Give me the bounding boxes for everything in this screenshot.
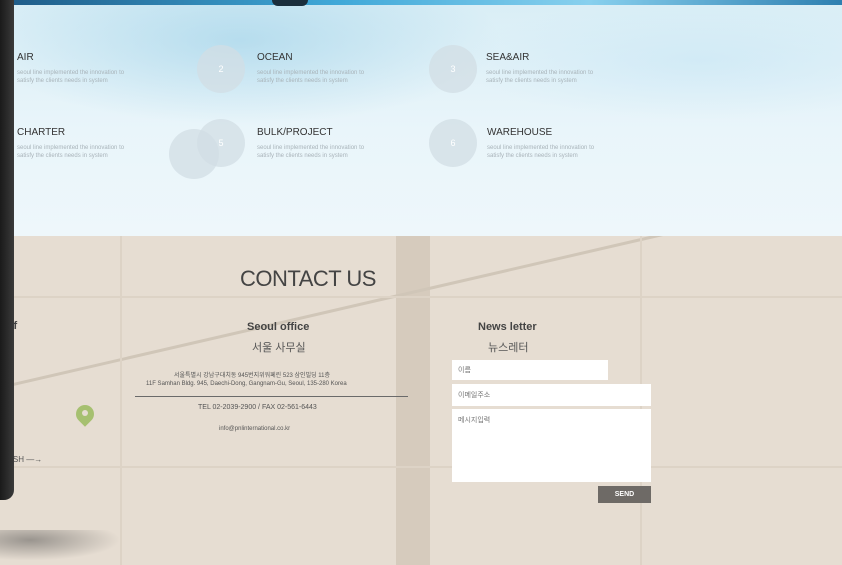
- office-address-en: 11F Samhan Bldg. 945, Daechi-Dong, Gangn…: [146, 381, 347, 387]
- service-title: BULK/PROJECT: [257, 127, 333, 138]
- office-divider: [135, 396, 408, 397]
- left-frame: [0, 0, 14, 500]
- contact-title: CONTACT US: [240, 266, 376, 291]
- service-desc-line2: satisfy the clients needs in system: [257, 78, 348, 84]
- service-number-circle: 5: [197, 119, 245, 167]
- map-background: [0, 236, 842, 565]
- email-input[interactable]: [452, 384, 651, 406]
- top-tab: [272, 0, 308, 6]
- service-title: CHARTER: [17, 127, 66, 138]
- service-desc-line2: satisfy the clients needs in system: [486, 78, 577, 84]
- service-desc-line1: seoul line implemented the innovation to: [486, 70, 594, 76]
- service-title: WAREHOUSE: [487, 127, 553, 138]
- service-desc-line2: satisfy the clients needs in system: [17, 153, 108, 159]
- name-input[interactable]: [452, 360, 608, 380]
- newsletter-heading: News letter: [478, 321, 537, 333]
- office-heading-kr: 서울 사무실: [252, 342, 306, 354]
- office-address-kr: 서울특별시 강남구대치동 945번지위워페린 523 삼인빌딩 11층: [174, 373, 331, 379]
- map-road: [0, 296, 842, 298]
- service-title: SEA&AIR: [486, 52, 530, 63]
- service-desc-line2: satisfy the clients needs in system: [17, 78, 108, 84]
- map-pin-dot: [82, 410, 88, 416]
- office-tel-fax: TEL 02-2039-2900 / FAX 02-561-6443: [198, 404, 317, 411]
- service-desc-line1: seoul line implemented the innovation to: [257, 145, 365, 151]
- map-road: [120, 236, 122, 565]
- service-number-circle: 3: [429, 45, 477, 93]
- service-desc-line1: seoul line implemented the innovation to: [257, 70, 365, 76]
- page: AIR seoul line implemented the innovatio…: [0, 0, 842, 565]
- office-email[interactable]: info@pnlinternational.co.kr: [219, 426, 290, 432]
- service-desc-line2: satisfy the clients needs in system: [257, 153, 348, 159]
- service-number-circle: 6: [429, 119, 477, 167]
- service-number-circle: 2: [197, 45, 245, 93]
- corner-shadow: [0, 530, 140, 565]
- service-desc-line1: seoul line implemented the innovation to: [17, 145, 125, 151]
- send-button[interactable]: SEND: [598, 486, 651, 503]
- message-textarea[interactable]: [452, 409, 651, 482]
- service-desc-line1: seoul line implemented the innovation to: [17, 70, 125, 76]
- top-accent-strip: [0, 0, 842, 5]
- service-desc-line2: satisfy the clients needs in system: [487, 153, 578, 159]
- office-heading: Seoul office: [247, 321, 310, 333]
- service-title: AIR: [17, 52, 34, 63]
- map-road: [0, 466, 842, 468]
- newsletter-heading-kr: 뉴스레터: [488, 342, 529, 354]
- services-section: AIR seoul line implemented the innovatio…: [0, 0, 842, 236]
- service-title: OCEAN: [257, 52, 293, 63]
- service-desc-line1: seoul line implemented the innovation to: [487, 145, 595, 151]
- map-road: [396, 236, 430, 565]
